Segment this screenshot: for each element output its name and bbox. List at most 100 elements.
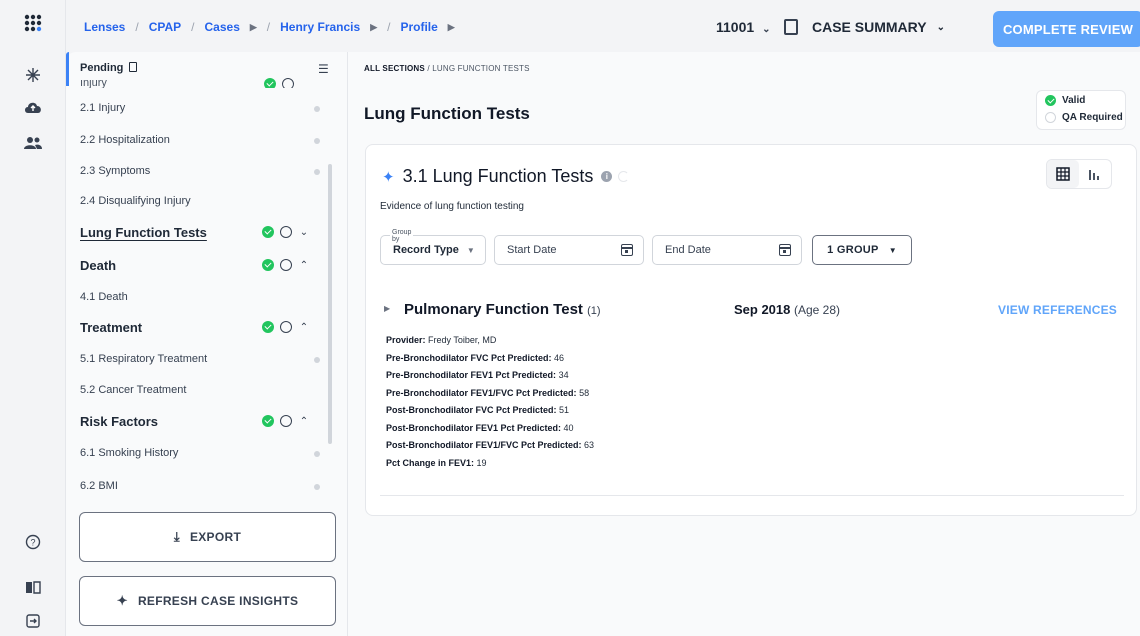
qa-required-label: QA Required xyxy=(1062,112,1123,123)
help-icon[interactable]: ? xyxy=(20,529,46,555)
copy-icon xyxy=(784,19,798,35)
sidebar-item-injury[interactable]: 2.1 Injury xyxy=(80,102,125,114)
crumb-all-sections[interactable]: ALL SECTIONS xyxy=(364,64,425,73)
field-row: Provider: Fredy Toiber, MD xyxy=(386,335,594,353)
breadcrumb-cases[interactable]: Cases xyxy=(205,20,240,34)
field-value: 40 xyxy=(563,422,574,433)
expand-arrow-icon[interactable]: ▶ xyxy=(384,304,390,313)
view-references-link[interactable]: VIEW REFERENCES xyxy=(998,303,1117,317)
sections-sidebar: Pending Injury ☰ 2.1 Injury 2.2 Hospital… xyxy=(66,52,348,636)
loading-spinner-icon xyxy=(618,171,630,182)
review-status-box: Valid QA Required xyxy=(1036,90,1126,130)
sparkle-icon: ✦ xyxy=(382,168,395,186)
page-title: Lung Function Tests xyxy=(364,104,530,123)
qa-circle-icon[interactable] xyxy=(280,259,292,271)
record-type-label: Record Type xyxy=(393,244,459,256)
section-status-icons: ⌄ xyxy=(262,226,310,238)
section-injury-partial[interactable]: Injury xyxy=(80,80,107,88)
sidebar-item-smoking-history[interactable]: 6.1 Smoking History xyxy=(80,447,178,459)
section-breadcrumb: ALL SECTIONS / LUNG FUNCTION TESTS xyxy=(364,64,530,73)
sidebar-section-death[interactable]: Death xyxy=(80,258,116,273)
breadcrumb-patient[interactable]: Henry Francis xyxy=(280,20,360,34)
calendar-icon[interactable] xyxy=(621,244,633,256)
group-select-button[interactable]: 1 GROUP ▼ xyxy=(812,235,912,265)
field-value: 34 xyxy=(558,370,569,380)
sidebar-item-respiratory-treatment[interactable]: 5.1 Respiratory Treatment xyxy=(80,353,207,365)
cloud-upload-icon[interactable] xyxy=(20,94,46,120)
breadcrumb-lenses[interactable]: Lenses xyxy=(84,20,125,34)
chevron-down-icon[interactable]: ⌄ xyxy=(298,227,310,238)
sidebar-item-symptoms[interactable]: 2.3 Symptoms xyxy=(80,165,150,177)
record-fields: Provider: Fredy Toiber, MD Pre-Bronchodi… xyxy=(386,335,594,475)
breadcrumb-separator: / xyxy=(135,20,139,34)
section-injury-icons xyxy=(264,78,294,88)
chevron-down-icon: ⌄ xyxy=(762,24,771,35)
field-row: Pre-Bronchodilator FEV1 Pct Predicted: 3… xyxy=(386,370,594,388)
valid-option[interactable]: Valid xyxy=(1045,95,1085,106)
refresh-label: REFRESH CASE INSIGHTS xyxy=(137,594,299,608)
qa-circle-icon[interactable] xyxy=(280,321,292,333)
field-row: Post-Bronchodilator FEV1/FVC Pct Predict… xyxy=(386,440,594,458)
refresh-case-insights-button[interactable]: ✦ REFRESH CASE INSIGHTS xyxy=(79,576,336,626)
app: ? Lenses / CPAP / Cases ▶ / Henry Franci… xyxy=(0,0,1140,636)
field-value: 46 xyxy=(554,352,565,363)
calendar-icon[interactable] xyxy=(779,244,791,256)
status-dot xyxy=(314,357,320,363)
chevron-up-icon[interactable]: ⌃ xyxy=(298,416,310,427)
book-icon[interactable] xyxy=(20,574,46,600)
chevron-down-icon: ⌄ xyxy=(936,21,945,33)
qa-circle-icon[interactable] xyxy=(282,78,294,88)
breadcrumb-cpap[interactable]: CPAP xyxy=(149,20,181,34)
breadcrumb-separator: / xyxy=(266,20,271,34)
app-grid-icon[interactable] xyxy=(24,14,46,36)
sidebar-item-disqualifying-injury[interactable]: 2.4 Disqualifying Injury xyxy=(80,195,191,207)
breadcrumb-profile[interactable]: Profile xyxy=(400,20,437,34)
svg-text:?: ? xyxy=(30,538,35,548)
case-id-select[interactable]: 11001 ⌄ xyxy=(716,19,771,35)
field-value: 51 xyxy=(559,405,570,415)
record-title[interactable]: Pulmonary Function Test (1) xyxy=(404,301,601,318)
active-indicator xyxy=(66,52,69,86)
card-title: ✦ 3.1 Lung Function Tests i xyxy=(382,166,630,187)
case-summary-select[interactable]: CASE SUMMARY ⌄ xyxy=(784,19,945,35)
info-icon[interactable]: i xyxy=(601,171,613,182)
sidebar-item-hospitalization[interactable]: 2.2 Hospitalization xyxy=(80,134,170,146)
export-button[interactable]: ⤓ EXPORT xyxy=(79,512,336,562)
section-status-icons: ⌃ xyxy=(262,259,310,271)
sidebar-section-lung-function-tests[interactable]: Lung Function Tests xyxy=(80,225,207,240)
caret-down-icon: ▼ xyxy=(888,245,897,255)
crumb-current: LUNG FUNCTION TESTS xyxy=(432,64,530,73)
chart-view-icon[interactable] xyxy=(1079,160,1111,188)
users-icon[interactable] xyxy=(20,130,46,156)
logout-icon[interactable] xyxy=(20,608,46,634)
sidebar-item-cancer-treatment[interactable]: 5.2 Cancer Treatment xyxy=(80,384,186,396)
status-dot xyxy=(314,484,320,490)
field-label: Pre-Bronchodilator FEV1 Pct Predicted: xyxy=(386,370,557,380)
card-subtitle: Evidence of lung function testing xyxy=(380,201,524,212)
qa-required-option[interactable]: QA Required xyxy=(1045,112,1123,123)
table-view-icon[interactable] xyxy=(1047,160,1079,188)
case-id-value: 11001 xyxy=(716,19,755,35)
chevron-up-icon[interactable]: ⌃ xyxy=(298,260,310,271)
chevron-up-icon[interactable]: ⌃ xyxy=(298,322,310,333)
sparkle-icon[interactable] xyxy=(20,62,46,88)
case-summary-label: CASE SUMMARY xyxy=(812,19,927,35)
download-icon: ⤓ xyxy=(173,529,180,544)
pending-label: Pending xyxy=(80,62,124,74)
check-icon xyxy=(262,259,274,271)
qa-circle-icon[interactable] xyxy=(280,415,292,427)
breadcrumb-separator: / xyxy=(387,20,391,34)
qa-circle-icon xyxy=(1045,112,1056,123)
collapse-sidebar-icon[interactable]: ☰ xyxy=(318,62,329,76)
end-date-input[interactable]: End Date xyxy=(652,235,802,265)
sidebar-section-treatment[interactable]: Treatment xyxy=(80,320,142,335)
qa-circle-icon[interactable] xyxy=(280,226,292,238)
sidebar-item-bmi[interactable]: 6.2 BMI xyxy=(80,480,118,492)
sidebar-section-risk-factors[interactable]: Risk Factors xyxy=(80,414,158,429)
field-label: Pre-Bronchodilator FEV1/FVC Pct Predicte… xyxy=(386,387,577,398)
sidebar-scrollbar[interactable] xyxy=(328,164,332,444)
clipboard-icon xyxy=(129,62,138,72)
start-date-input[interactable]: Start Date xyxy=(494,235,644,265)
sidebar-item-death[interactable]: 4.1 Death xyxy=(80,291,128,303)
complete-review-button[interactable]: COMPLETE REVIEW xyxy=(993,11,1140,47)
